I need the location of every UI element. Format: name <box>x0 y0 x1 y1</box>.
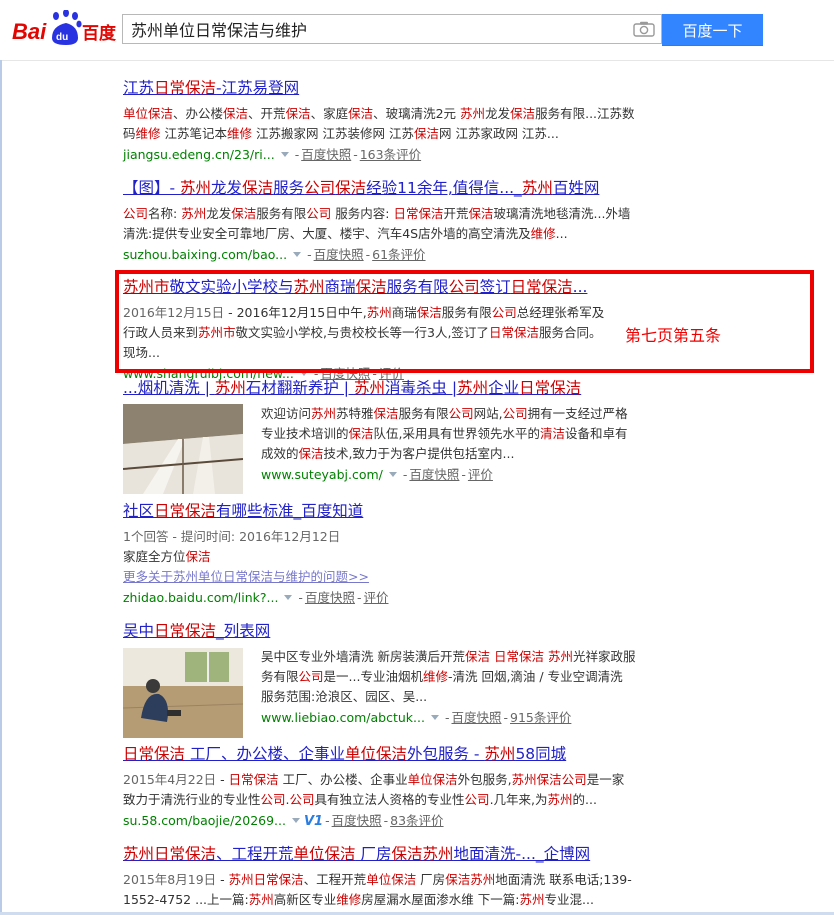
snapshot-link[interactable]: 百度快照 <box>451 710 501 725</box>
result-abstract: 欢迎访问苏州苏特雅保洁服务有限公司网站,公司拥有一支经过严格专业技术培训的保洁队… <box>261 406 628 461</box>
result-url[interactable]: su.58.com/baojie/20269... <box>123 813 286 828</box>
reviews-link[interactable]: 61条评价 <box>372 247 425 262</box>
search-input[interactable] <box>123 15 631 43</box>
result-url-line: www.liebiao.com/abctuk... - 百度快照 -915条评价 <box>261 710 572 725</box>
result-thumbnail[interactable] <box>123 648 243 738</box>
result-url[interactable]: jiangsu.edeng.cn/23/ri... <box>123 147 275 162</box>
result-url[interactable]: www.liebiao.com/abctuk... <box>261 710 425 725</box>
result-url-line: www.suteyabj.com/- 百度快照 - 评价 <box>261 467 493 482</box>
search-result: 日常保洁 工厂、办公楼、企事业单位保洁外包服务 - 苏州58同城 2015年4月… <box>123 744 643 832</box>
chevron-down-icon[interactable] <box>284 595 293 600</box>
snapshot-link[interactable]: 百度快照 <box>409 467 459 482</box>
snapshot-link[interactable]: 百度快照 <box>332 813 382 828</box>
result-url[interactable]: suzhou.baixing.com/bao... <box>123 247 287 262</box>
result-url-line: zhidao.baidu.com/link?... - 百度快照 - 评价 <box>123 590 389 605</box>
snapshot-link[interactable]: 百度快照 <box>305 590 355 605</box>
result-date: 2015年8月19日 <box>123 872 217 887</box>
result-date: 2015年4月22日 <box>123 772 217 787</box>
result-url[interactable]: zhidao.baidu.com/link?... <box>123 590 278 605</box>
search-result: 吴中日常保洁_列表网 吴中区专业外墙清洗 新房装潢后开荒保洁 日常保洁 苏州光祥… <box>123 621 643 738</box>
result-abstract: 2015年8月19日 - 苏州日常保洁、工程开荒单位保洁 厂房保洁苏州地面清洗 … <box>123 872 632 907</box>
svg-text:Bai: Bai <box>12 19 47 44</box>
search-result: ...烟机清洗 | 苏州石材翻新养护 | 苏州消毒杀虫 |苏州企业日常保洁 欢迎… <box>123 378 643 494</box>
result-url-line: suzhou.baixing.com/bao... - 百度快照 -61条评价 <box>123 247 426 262</box>
reviews-link[interactable]: 评价 <box>363 590 388 605</box>
result-abstract: 公司名称: 苏州龙发保洁服务有限公司 服务内容: 日常保洁开荒保洁玻璃清洗地毯清… <box>123 206 631 241</box>
result-url-line: su.58.com/baojie/20269... V1- 百度快照 -83条评价 <box>123 813 444 829</box>
result-abstract: 2015年4月22日 - 日常保洁 工厂、办公楼、企事业单位保洁外包服务,苏州保… <box>123 772 625 807</box>
reviews-link[interactable]: 163条评价 <box>360 147 421 162</box>
snapshot-link[interactable]: 百度快照 <box>301 147 351 162</box>
search-result: 【图】- 苏州龙发保洁服务公司保洁经验11余年,值得信..._苏州百姓网 公司名… <box>123 178 643 265</box>
result-title[interactable]: 苏州日常保洁、工程开荒单位保洁 厂房保洁苏州地面清洗-..._企博网 <box>123 844 643 864</box>
result-title[interactable]: ...烟机清洗 | 苏州石材翻新养护 | 苏州消毒杀虫 |苏州企业日常保洁 <box>123 378 643 398</box>
more-questions-link[interactable]: 更多关于苏州单位日常保洁与维护的问题>> <box>123 567 643 587</box>
search-header: Bai du 百度 百度一下 <box>0 0 834 61</box>
search-box <box>122 14 662 44</box>
chevron-down-icon[interactable] <box>388 472 397 477</box>
result-title[interactable]: 江苏日常保洁-江苏易登网 <box>123 78 643 98</box>
annotation-note: 第七页第五条 <box>625 326 722 345</box>
reviews-link[interactable]: 83条评价 <box>390 813 443 828</box>
chevron-down-icon[interactable] <box>280 152 289 157</box>
reviews-link[interactable]: 915条评价 <box>510 710 571 725</box>
result-title[interactable]: 吴中日常保洁_列表网 <box>123 621 643 641</box>
search-button[interactable]: 百度一下 <box>662 14 763 46</box>
camera-icon[interactable] <box>633 21 655 37</box>
baidu-logo[interactable]: Bai du 百度 <box>12 10 118 50</box>
chevron-down-icon[interactable] <box>430 715 439 720</box>
result-meta: 1个回答 - 提问时间: 2016年12月12日 <box>123 529 341 544</box>
reviews-link[interactable]: 评价 <box>468 467 493 482</box>
result-abstract: 吴中区专业外墙清洗 新房装潢后开荒保洁 日常保洁 苏州光祥家政服务有限公司是一.… <box>261 649 636 704</box>
result-abstract: 单位保洁、办公楼保洁、开荒保洁、家庭保洁、玻璃清洗2元 苏州龙发保洁服务有限..… <box>123 106 635 141</box>
search-result: 社区日常保洁有哪些标准_百度知道 1个回答 - 提问时间: 2016年12月12… <box>123 501 643 608</box>
snapshot-link[interactable]: 百度快照 <box>314 247 364 262</box>
result-title[interactable]: 日常保洁 工厂、办公楼、企事业单位保洁外包服务 - 苏州58同城 <box>123 744 643 764</box>
result-title[interactable]: 社区日常保洁有哪些标准_百度知道 <box>123 501 643 521</box>
result-thumbnail[interactable] <box>123 404 243 494</box>
svg-text:百度: 百度 <box>82 23 117 44</box>
chevron-down-icon[interactable] <box>293 252 302 257</box>
search-result: 江苏日常保洁-江苏易登网 单位保洁、办公楼保洁、开荒保洁、家庭保洁、玻璃清洗2元… <box>123 78 643 165</box>
result-abstract: 家庭全方位保洁 <box>123 549 211 564</box>
result-title[interactable]: 【图】- 苏州龙发保洁服务公司保洁经验11余年,值得信..._苏州百姓网 <box>123 178 643 198</box>
search-result: 苏州日常保洁、工程开荒单位保洁 厂房保洁苏州地面清洗-..._企博网 2015年… <box>123 844 643 910</box>
svg-text:du: du <box>56 32 68 43</box>
v1-badge-icon[interactable]: V1 <box>304 814 323 829</box>
result-url[interactable]: www.suteyabj.com/ <box>261 467 383 482</box>
result-url-line: jiangsu.edeng.cn/23/ri... - 百度快照 -163条评价 <box>123 147 422 162</box>
chevron-down-icon[interactable] <box>291 818 300 823</box>
page-edge-line <box>0 60 2 915</box>
